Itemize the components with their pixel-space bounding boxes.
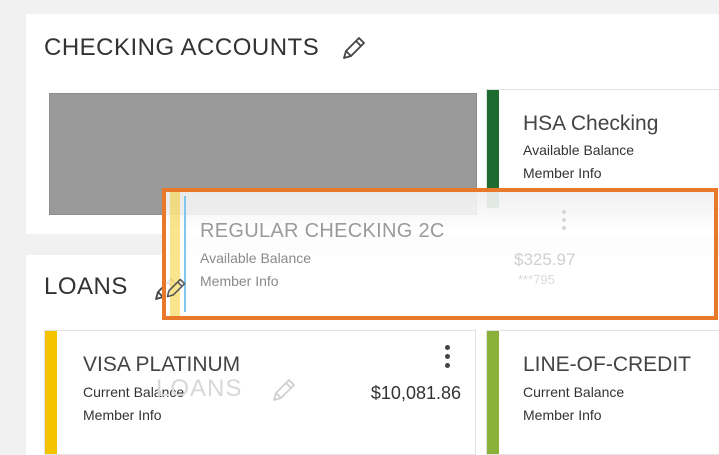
account-name: VISA PLATINUM <box>83 353 241 376</box>
more-options-icon[interactable] <box>445 345 451 371</box>
checking-accounts-title: CHECKING ACCOUNTS <box>44 34 320 61</box>
account-card-line-of-credit[interactable]: LINE-OF-CREDIT Current Balance Member In… <box>486 330 719 455</box>
account-member-info: Member Info <box>523 165 602 181</box>
account-color-bar <box>487 331 499 454</box>
loans-title: LOANS <box>44 273 128 300</box>
account-balance-label: Available Balance <box>523 142 635 158</box>
account-balance-label: Available Balance <box>200 250 312 266</box>
pencil-icon <box>166 278 186 298</box>
account-color-bar <box>45 331 57 454</box>
pencil-icon[interactable] <box>340 34 368 62</box>
account-member-info: Member Info <box>200 273 279 289</box>
account-member-info: Member Info <box>523 407 602 423</box>
account-balance-amount: $325.97 <box>514 250 576 269</box>
pencil-icon <box>273 379 295 401</box>
account-balance-amount: $10,081.86 <box>370 383 461 403</box>
dragged-account-card[interactable]: REGULAR CHECKING 2C Available Balance Me… <box>162 188 718 320</box>
loans-ghost-title: LOANS <box>156 375 243 402</box>
more-options-icon <box>562 210 566 234</box>
account-number: ***795 <box>518 272 555 287</box>
account-card-visa-platinum[interactable]: VISA PLATINUM Current Balance Member Inf… <box>44 330 476 455</box>
account-name: LINE-OF-CREDIT <box>523 353 691 376</box>
account-name: REGULAR CHECKING 2C <box>200 220 445 242</box>
account-balance-label: Current Balance <box>523 384 625 400</box>
account-name: HSA Checking <box>523 112 659 135</box>
account-member-info: Member Info <box>83 407 162 423</box>
